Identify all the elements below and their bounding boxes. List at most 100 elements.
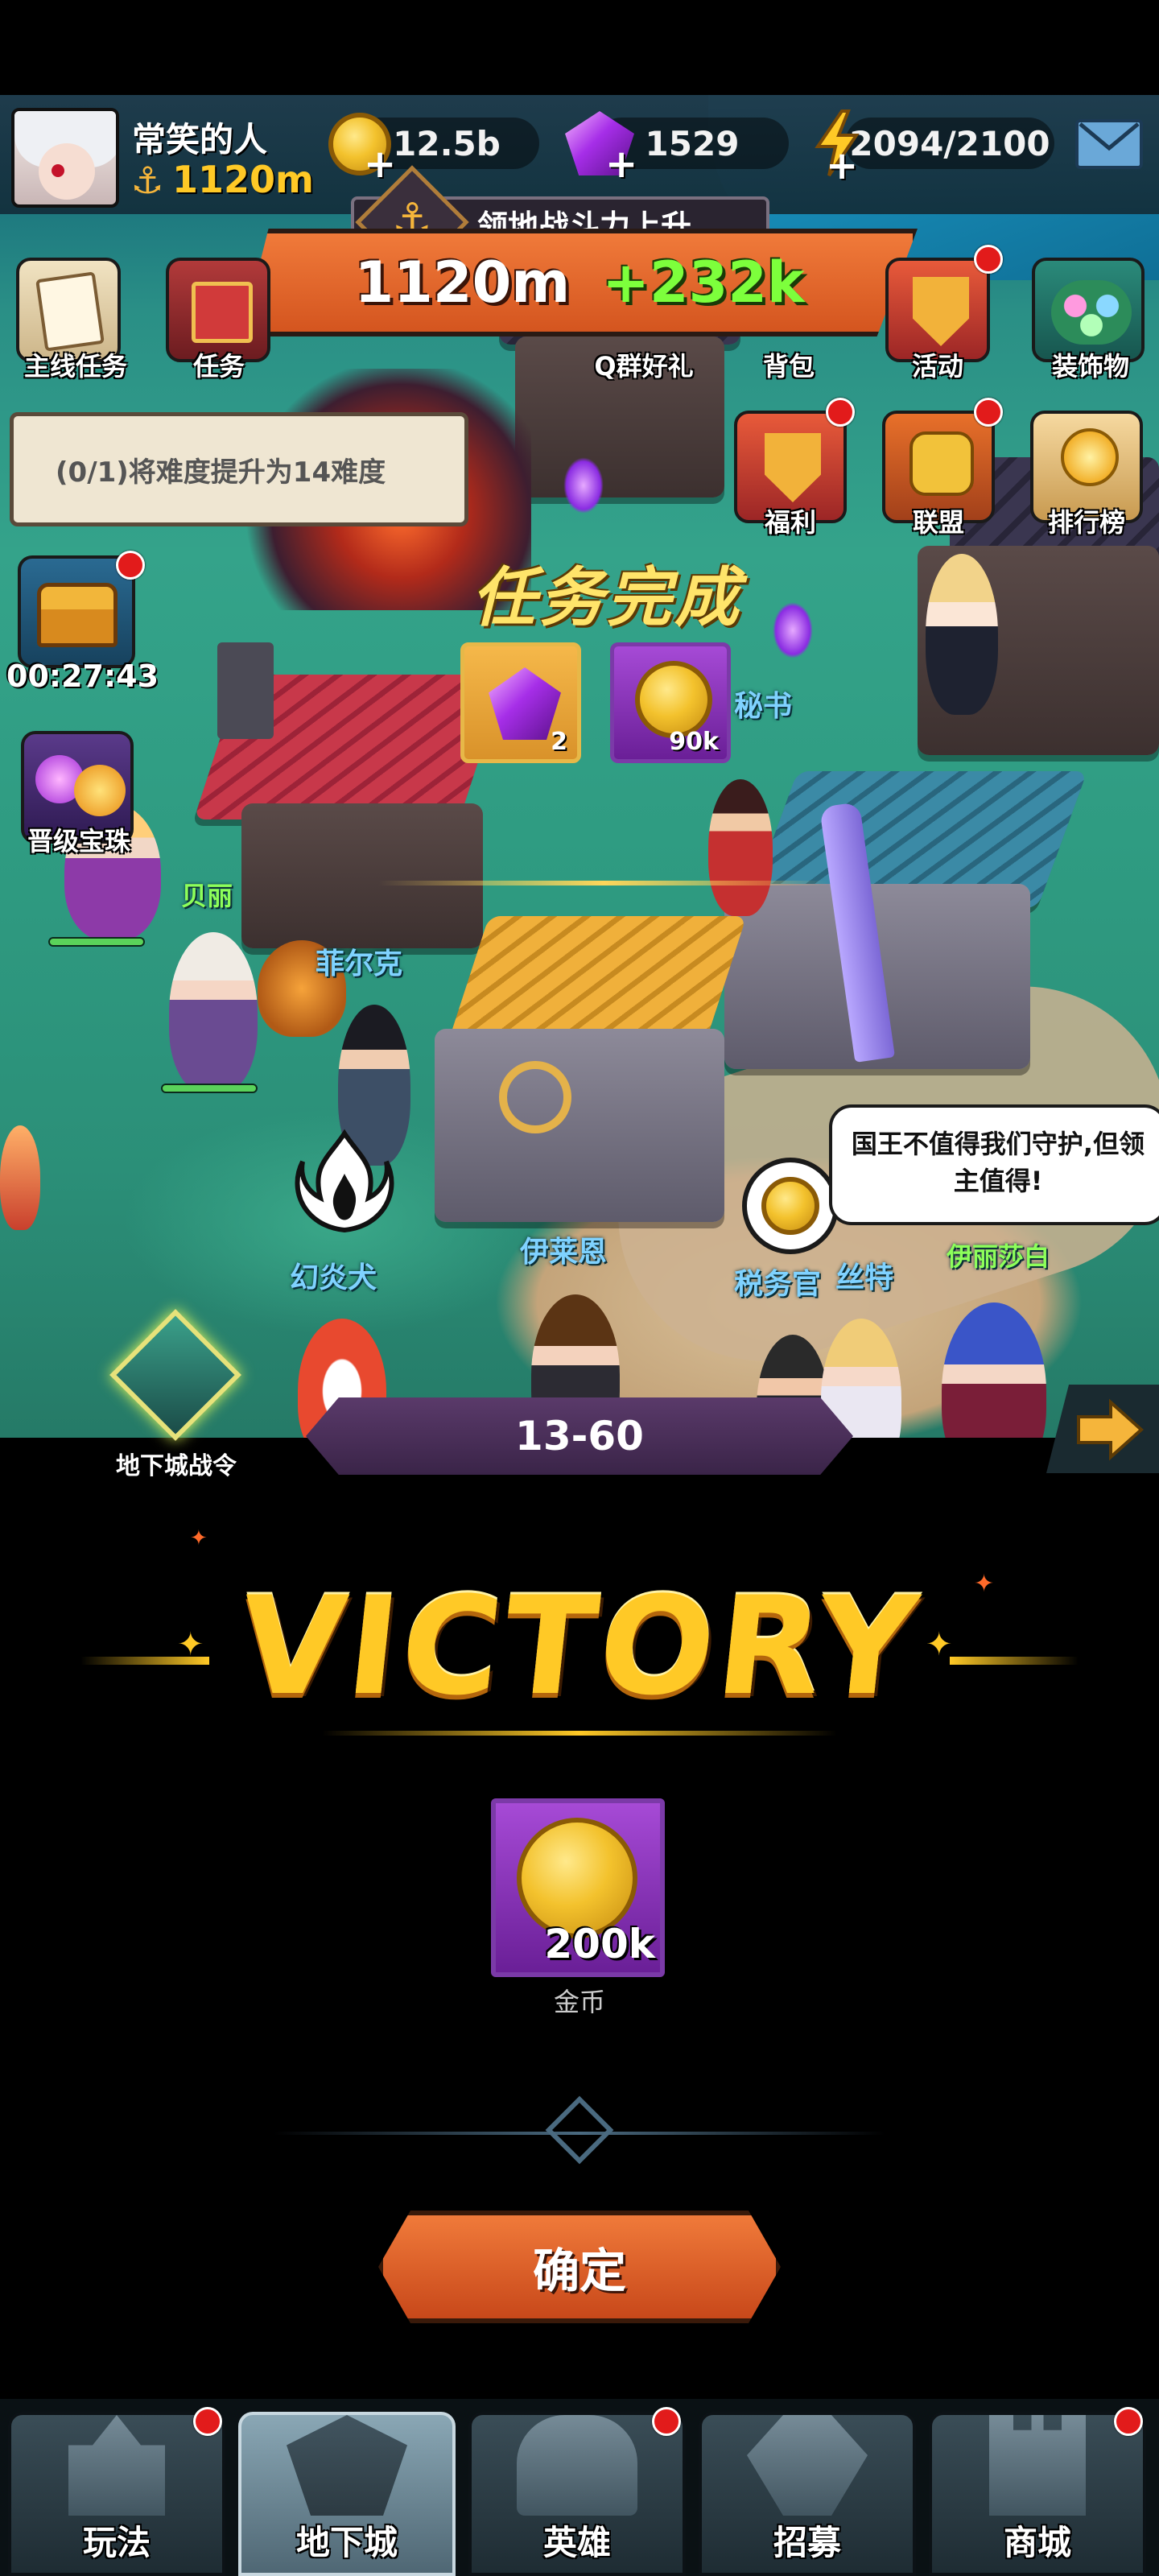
speech-text: 国王不值得我们守护,但领主值得! [851, 1129, 1145, 1196]
hellhound-flame-icon[interactable] [288, 1125, 401, 1238]
forge-chimney [217, 642, 274, 739]
white-hair-hp-bar [161, 1084, 258, 1093]
npc-name-yilaien: 伊莱恩 [520, 1236, 608, 1269]
npc-name-beili: 贝丽 [181, 881, 233, 911]
task-complete-title: 任务完成 [472, 560, 742, 635]
nav-heroes[interactable]: 英雄 [468, 2412, 686, 2576]
shield-icon [765, 433, 821, 502]
add-energy-plus-icon[interactable]: + [826, 147, 858, 185]
dungeon-crest-icon [287, 2415, 407, 2516]
gold-amount: 12.5b [393, 123, 501, 163]
reward-count: 90k [669, 728, 719, 756]
nav-shop[interactable]: 商城 [929, 2412, 1146, 2576]
flower-bush-icon [1051, 280, 1132, 345]
knight-helmet-icon [517, 2415, 637, 2516]
book-icon [192, 282, 253, 343]
ring-sign [499, 1061, 571, 1133]
shop-tower-icon [989, 2415, 1086, 2516]
task-reward-gem[interactable]: 2 [460, 642, 581, 763]
add-gem-plus-icon[interactable]: + [605, 145, 637, 184]
reward-gold-card[interactable]: 200k [491, 1798, 665, 1977]
npc-name-feierke: 菲尔克 [316, 947, 403, 980]
chest-icon [37, 583, 118, 647]
forge-building[interactable] [241, 803, 483, 948]
player-avatar[interactable] [11, 108, 119, 208]
character-soldier-red[interactable] [708, 779, 773, 916]
tax-collect-coin-marker[interactable] [742, 1158, 839, 1254]
nav-recruit[interactable]: 招募 [699, 2412, 916, 2576]
main-quest-label: 主线任务 [23, 351, 127, 382]
qq-group-label[interactable]: Q群好礼 [580, 346, 708, 383]
character-deer-left [0, 1125, 40, 1230]
avatar-eye [52, 164, 64, 177]
alliance-label: 联盟 [912, 507, 964, 538]
victory-ornament-right [950, 1657, 1079, 1665]
nav-heroes-badge [652, 2407, 681, 2436]
ranking-label: 排行榜 [1047, 507, 1125, 538]
add-gold-plus-icon[interactable]: + [364, 145, 396, 184]
mail-icon[interactable] [1075, 119, 1143, 169]
power-value: 1120m [354, 250, 571, 316]
stage-banner: 13-60 [306, 1397, 853, 1475]
victory-underline [322, 1731, 837, 1736]
alliance-badge [974, 398, 1003, 427]
backpack-label[interactable]: 背包 [749, 346, 829, 383]
player-name: 常笑的人 [132, 120, 268, 159]
jewelry-shop[interactable] [435, 1029, 724, 1222]
victory-title: VICTORY [232, 1567, 927, 1725]
player-power: 1120m [172, 158, 314, 201]
gold-coin-icon [761, 1177, 819, 1235]
welfare-label: 福利 [764, 507, 816, 538]
shield-icon [913, 277, 969, 346]
nav-dungeon-label: 地下城 [295, 2523, 398, 2562]
character-white-hair[interactable] [169, 932, 258, 1093]
status-bar-area [0, 0, 1159, 95]
reward-count: 2 [551, 728, 567, 756]
energy-amount: 2094/2100 [849, 123, 1050, 163]
gold-coin-icon [635, 661, 712, 738]
divider-emblem-icon [545, 2095, 614, 2165]
dungeon-pass-label: 地下城战令 [116, 1452, 237, 1480]
character-elizabeth[interactable] [942, 1302, 1046, 1438]
emblem-icon [109, 1308, 242, 1442]
anchor-icon: ⚓ [130, 159, 164, 202]
energy-counter[interactable]: 2094/2100 [845, 118, 1054, 169]
sparkle-icon: ✦ [190, 1526, 208, 1550]
beili-hp-bar [48, 937, 145, 947]
nav-shop-label: 商城 [1003, 2523, 1071, 2562]
power-up-banner: 1120m +232k [241, 229, 918, 336]
avatar-face [39, 143, 95, 200]
character-girl-blonde[interactable] [926, 554, 998, 715]
npc-name-shuiwuguan: 税务官 [734, 1268, 822, 1301]
nav-recruit-label: 招募 [773, 2523, 841, 2562]
activity-badge [974, 245, 1003, 274]
chest-badge [116, 551, 145, 580]
nav-gameplay-badge [193, 2407, 222, 2436]
nav-gameplay-label: 玩法 [82, 2523, 151, 2562]
chest-timer: 00:27:43 [6, 658, 159, 694]
stage-number: 13-60 [515, 1413, 644, 1459]
reward-amount: 200k [544, 1921, 655, 1967]
gem-amount: 1529 [645, 123, 740, 163]
npc-name-yilishabai: 伊丽莎白 [947, 1241, 1050, 1272]
upgrade-orb-label: 晋级宝珠 [27, 826, 130, 857]
decorations-label: 装饰物 [1051, 351, 1129, 382]
confirm-button[interactable]: 确定 [378, 2211, 781, 2323]
power-delta: +232k [602, 250, 805, 316]
castle-icon [68, 2415, 165, 2516]
npc-name-huanyanquan: 幻炎犬 [290, 1261, 377, 1294]
task-tip-box[interactable]: (0/1)将难度提升为14难度 [10, 412, 468, 526]
nav-gameplay[interactable]: 玩法 [8, 2412, 225, 2576]
welfare-badge [826, 398, 855, 427]
task-complete-divider [378, 881, 829, 886]
purple-flame [563, 457, 604, 514]
nav-dungeon[interactable]: 地下城 [238, 2412, 456, 2576]
trophy-icon [1061, 428, 1119, 486]
recruit-hero-icon [747, 2415, 868, 2516]
task-reward-gold[interactable]: 90k [610, 642, 731, 763]
sparkle-icon: ✦ [974, 1570, 995, 1598]
quest-label: 任务 [192, 351, 245, 382]
dungeon-pass-button[interactable] [93, 1308, 251, 1449]
nav-shop-badge [1114, 2407, 1143, 2436]
speech-bubble: 国王不值得我们守护,但领主值得! [829, 1104, 1159, 1225]
